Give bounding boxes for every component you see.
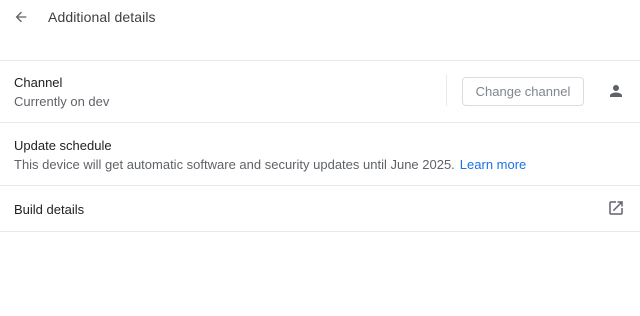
- open-in-new-icon[interactable]: [607, 199, 625, 217]
- divider: [0, 122, 640, 123]
- page-title: Additional details: [48, 9, 156, 25]
- learn-more-link[interactable]: Learn more: [460, 157, 526, 172]
- divider: [0, 231, 640, 232]
- back-button[interactable]: [11, 7, 31, 27]
- update-schedule-label: Update schedule: [14, 138, 112, 153]
- channel-label: Channel: [14, 75, 63, 90]
- vertical-separator: [446, 74, 447, 106]
- arrow-back-icon: [15, 11, 27, 23]
- update-schedule-text: This device will get automatic software …: [14, 157, 455, 172]
- page-header: Additional details: [0, 0, 640, 36]
- person-icon: [610, 85, 622, 97]
- build-details-row[interactable]: Build details: [0, 186, 640, 231]
- build-details-label: Build details: [14, 202, 85, 217]
- channel-value: Currently on dev: [14, 94, 110, 109]
- change-channel-button[interactable]: Change channel: [462, 77, 584, 106]
- divider: [0, 60, 640, 61]
- update-schedule-text-line: This device will get automatic software …: [14, 157, 526, 172]
